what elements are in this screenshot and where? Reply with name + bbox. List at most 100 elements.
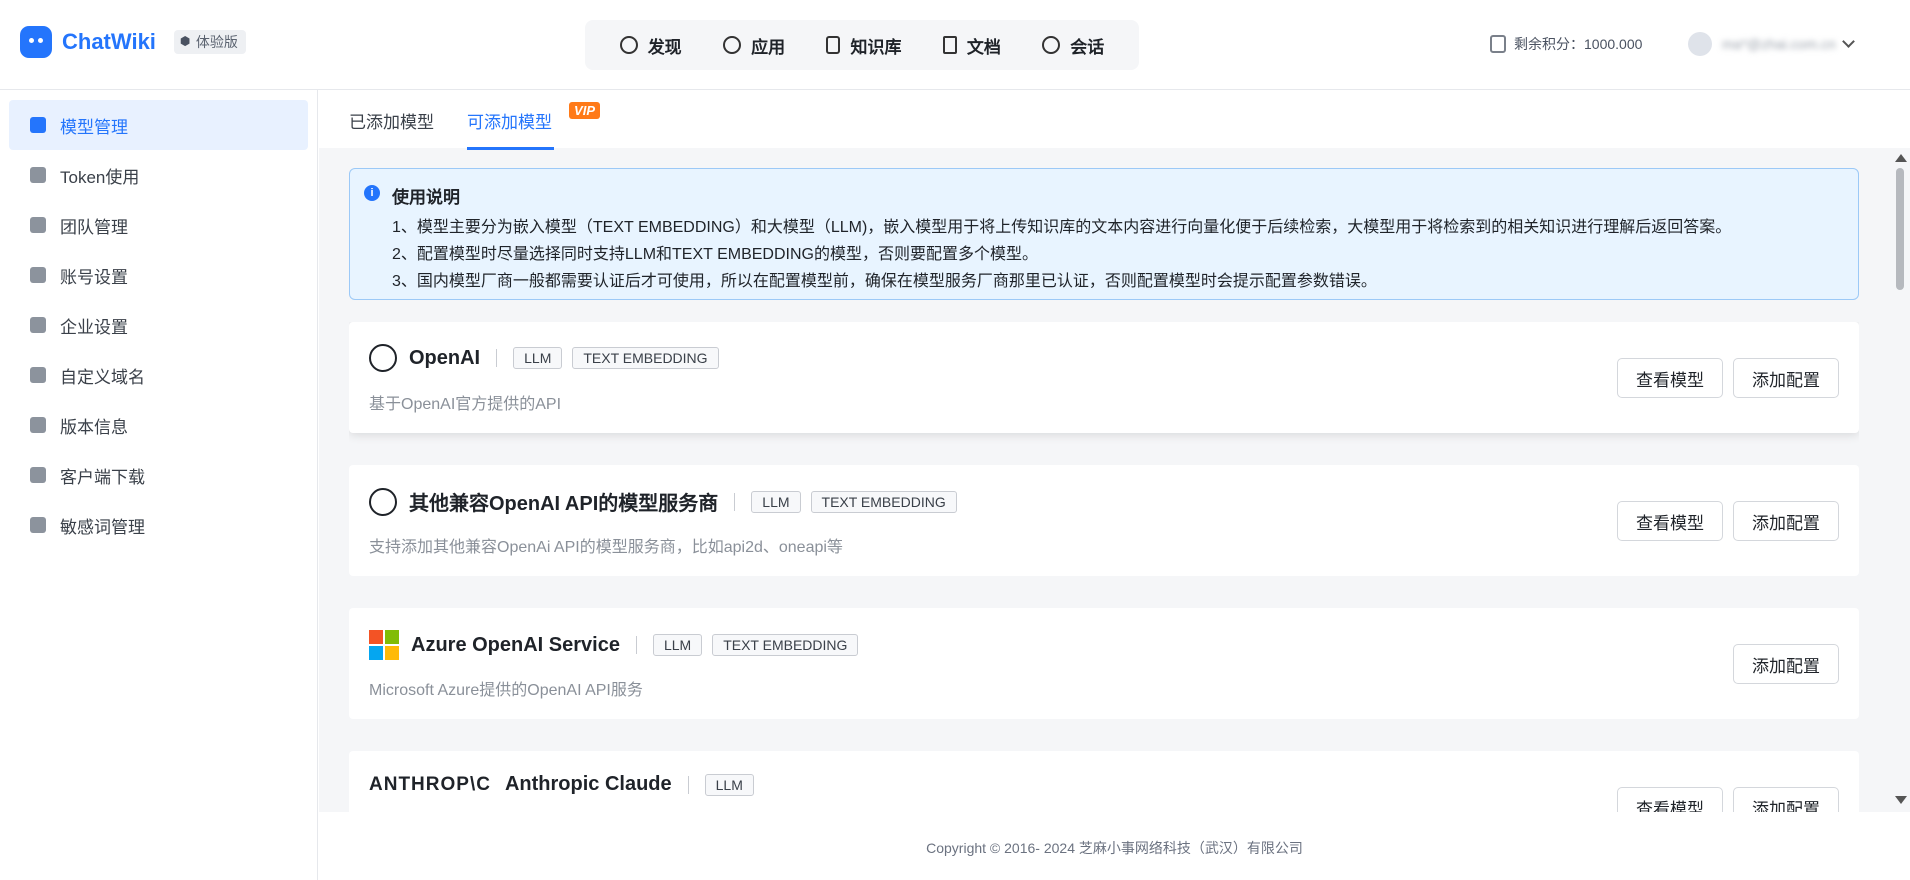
openai-icon — [369, 344, 397, 372]
model-tabs: 已添加模型 可添加模型 VIP — [319, 90, 1910, 150]
document-icon — [942, 36, 957, 54]
provider-name: 其他兼容OpenAI API的模型服务商 — [409, 493, 719, 515]
card-header: OpenAI LLM TEXT EMBEDDING — [369, 344, 729, 372]
sidebar-item-model-management[interactable]: 模型管理 — [9, 100, 308, 150]
provider-name: Anthropic Claude — [504, 773, 672, 795]
sidebar-item-label: 团队管理 — [60, 217, 128, 237]
building-icon — [30, 317, 46, 333]
logo-icon — [20, 26, 52, 58]
nav-discover-label: 发现 — [647, 37, 682, 57]
user-email: ma*@zhai.com.cn — [1722, 36, 1836, 52]
view-models-button[interactable]: 查看模型 — [1617, 787, 1723, 812]
nav-apps[interactable]: 应用 — [723, 33, 785, 58]
tag-text-embedding: TEXT EMBEDDING — [572, 347, 719, 369]
token-icon — [30, 167, 46, 183]
card-actions: 添加配置 — [1723, 644, 1839, 684]
shield-icon — [30, 217, 46, 233]
provider-card-azure: Azure OpenAI Service LLM TEXT EMBEDDING … — [349, 608, 1859, 719]
sidebar-item-label: 客户端下载 — [60, 467, 145, 487]
nav-discover[interactable]: 发现 — [619, 33, 682, 58]
robot-icon — [723, 36, 742, 54]
sidebar-item-account[interactable]: 账号设置 — [9, 250, 308, 300]
sidebar-item-token-usage[interactable]: Token使用 — [9, 150, 308, 200]
top-navigation: 发现 应用 知识库 文档 会话 — [585, 20, 1139, 70]
divider — [734, 492, 736, 511]
view-models-button[interactable]: 查看模型 — [1617, 501, 1723, 541]
nav-chat-label: 会话 — [1070, 37, 1105, 57]
sidebar: 模型管理 Token使用 团队管理 账号设置 企业设置 自定义域名 版本信息 客… — [0, 90, 318, 880]
app-logo[interactable]: ChatWiki ⬢ 体验版 — [20, 26, 246, 58]
points-balance: 剩余积分：1000.000 — [1490, 34, 1642, 54]
chevron-down-icon — [1842, 34, 1855, 48]
sidebar-item-label: 账号设置 — [60, 267, 128, 287]
scrollbar-thumb[interactable] — [1896, 168, 1904, 290]
book-icon — [826, 36, 841, 54]
notice-line: 2、配置模型时尽量选择同时支持LLM和TEXT EMBEDDING的模型，否则要… — [392, 246, 1038, 263]
avatar — [1688, 32, 1712, 56]
provider-name: Azure OpenAI Service — [411, 633, 620, 656]
tag-llm: LLM — [751, 490, 801, 513]
provider-description: 支持添加其他兼容OpenAi API的模型服务商，比如api2d、oneapi等 — [369, 539, 843, 556]
scroll-up-icon[interactable] — [1895, 154, 1907, 162]
nav-knowledge-base-label: 知识库 — [850, 37, 902, 57]
sidebar-item-client-download[interactable]: 客户端下载 — [9, 450, 308, 500]
nav-chat[interactable]: 会话 — [1042, 33, 1104, 58]
sidebar-item-version[interactable]: 版本信息 — [9, 400, 308, 450]
tab-added-models[interactable]: 已添加模型 — [349, 108, 434, 147]
monitor-icon — [30, 467, 46, 483]
add-config-button[interactable]: 添加配置 — [1733, 501, 1839, 541]
tag-llm: LLM — [513, 347, 563, 369]
tag-llm: LLM — [652, 634, 703, 656]
microsoft-icon — [369, 630, 399, 660]
nav-documents-label: 文档 — [966, 37, 1001, 57]
divider — [496, 349, 498, 367]
divider — [687, 775, 689, 794]
provider-name: OpenAI — [409, 346, 481, 369]
add-config-button[interactable]: 添加配置 — [1733, 787, 1839, 812]
nav-knowledge-base[interactable]: 知识库 — [826, 33, 901, 58]
usage-notice: i 使用说明 1、模型主要分为嵌入模型（TEXT EMBEDDING）和大模型（… — [349, 168, 1859, 300]
user-menu[interactable]: ma*@zhai.com.cn — [1688, 32, 1855, 56]
coins-icon — [1490, 35, 1506, 53]
app-name: ChatWiki — [62, 29, 156, 54]
footer: Copyright © 2016- 2024 芝麻小事网络科技（武汉）有限公司 — [319, 812, 1910, 880]
tag-text-embedding: TEXT EMBEDDING — [810, 490, 957, 513]
provider-card-openai: OpenAI LLM TEXT EMBEDDING 基于OpenAI官方提供的A… — [349, 322, 1859, 433]
sidebar-item-custom-domain[interactable]: 自定义域名 — [9, 350, 308, 400]
nav-documents[interactable]: 文档 — [942, 33, 1001, 58]
provider-card-anthropic: ANTHROP\C Anthropic Claude LLM 查看模型 添加配置 — [349, 751, 1859, 812]
provider-description: 基于OpenAI官方提供的API — [369, 396, 562, 413]
main-content: 已添加模型 可添加模型 VIP i 使用说明 1、模型主要分为嵌入模型（TEXT… — [319, 90, 1910, 880]
card-header: Azure OpenAI Service LLM TEXT EMBEDDING — [369, 630, 868, 660]
tab-addable-models[interactable]: 可添加模型 VIP — [467, 102, 600, 150]
provider-list: OpenAI LLM TEXT EMBEDDING 基于OpenAI官方提供的A… — [349, 322, 1859, 812]
add-config-button[interactable]: 添加配置 — [1733, 644, 1839, 684]
tab-addable-models-label: 可添加模型 — [467, 113, 552, 132]
view-models-button[interactable]: 查看模型 — [1617, 358, 1723, 398]
notice-title: 使用说明 — [392, 188, 460, 207]
notice-line: 3、国内模型厂商一般都需要认证后才可使用，所以在配置模型前，确保在模型服务厂商那… — [392, 273, 1377, 290]
sidebar-item-enterprise[interactable]: 企业设置 — [9, 300, 308, 350]
add-config-button[interactable]: 添加配置 — [1733, 358, 1839, 398]
sidebar-item-sensitive-words[interactable]: 敏感词管理 — [9, 500, 308, 550]
block-icon — [30, 517, 46, 533]
top-header: ChatWiki ⬢ 体验版 发现 应用 知识库 文档 会话 剩余积分：1000.… — [0, 0, 1910, 90]
info-icon: i — [364, 185, 380, 201]
discover-icon — [619, 36, 638, 54]
globe-icon — [30, 367, 46, 383]
vip-badge: VIP — [569, 102, 600, 119]
card-actions: 查看模型 添加配置 — [1607, 501, 1839, 541]
card-actions: 查看模型 添加配置 — [1607, 787, 1839, 812]
gear-icon — [30, 267, 46, 283]
sidebar-item-team[interactable]: 团队管理 — [9, 200, 308, 250]
vertical-scrollbar[interactable] — [1893, 154, 1907, 804]
points-label: 剩余积分：1000.000 — [1514, 36, 1643, 52]
sidebar-item-label: 版本信息 — [60, 417, 128, 437]
card-actions: 查看模型 添加配置 — [1607, 358, 1839, 398]
edition-icon: ⬢ — [179, 34, 191, 48]
sidebar-item-label: 自定义域名 — [60, 367, 145, 387]
card-header: 其他兼容OpenAI API的模型服务商 LLM TEXT EMBEDDING — [369, 487, 967, 516]
sidebar-item-label: 敏感词管理 — [60, 517, 145, 537]
provider-description: Microsoft Azure提供的OpenAI API服务 — [369, 682, 643, 699]
scroll-down-icon[interactable] — [1895, 796, 1907, 804]
